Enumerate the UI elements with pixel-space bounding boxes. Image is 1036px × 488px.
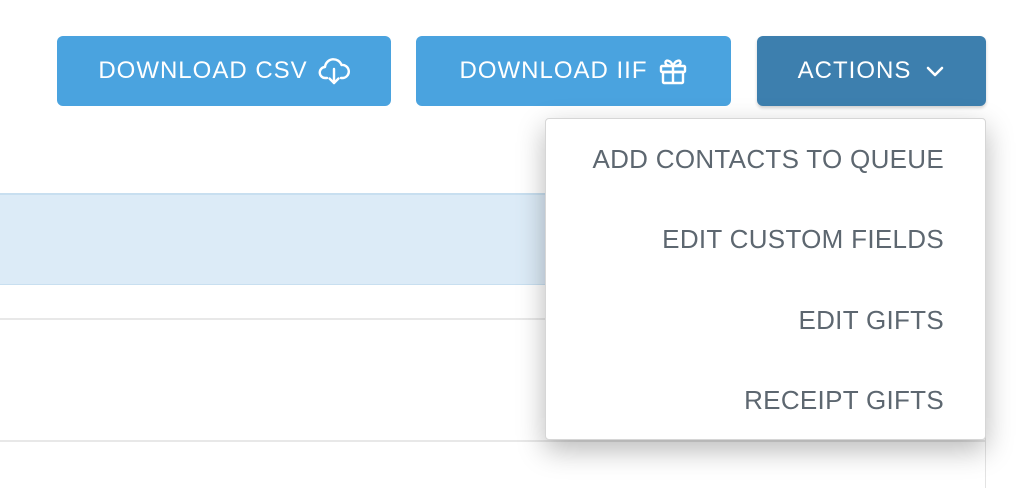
actions-label: ACTIONS [797,57,912,84]
menu-item-add-contacts-to-queue[interactable]: ADD CONTACTS TO QUEUE [546,119,985,200]
menu-item-label: EDIT CUSTOM FIELDS [662,224,944,255]
menu-item-edit-gifts[interactable]: EDIT GIFTS [546,280,985,361]
gift-icon [658,56,688,86]
menu-item-label: RECEIPT GIFTS [744,385,944,416]
menu-item-label: EDIT GIFTS [798,304,944,335]
chevron-down-icon [925,64,945,78]
cloud-download-icon [318,56,350,86]
menu-item-receipt-gifts[interactable]: RECEIPT GIFTS [546,361,985,442]
actions-menu: ADD CONTACTS TO QUEUE EDIT CUSTOM FIELDS… [545,118,986,440]
page: DOWNLOAD CSV DOWNLOAD IIF ACTIONS ADD CO… [0,0,1036,488]
actions-dropdown-button[interactable]: ACTIONS [757,36,986,106]
download-csv-label: DOWNLOAD CSV [98,57,308,84]
menu-item-edit-custom-fields[interactable]: EDIT CUSTOM FIELDS [546,200,985,281]
download-csv-button[interactable]: DOWNLOAD CSV [57,36,391,106]
menu-item-label: ADD CONTACTS TO QUEUE [592,143,944,174]
download-iif-button[interactable]: DOWNLOAD IIF [416,36,731,106]
download-iif-label: DOWNLOAD IIF [459,57,648,84]
